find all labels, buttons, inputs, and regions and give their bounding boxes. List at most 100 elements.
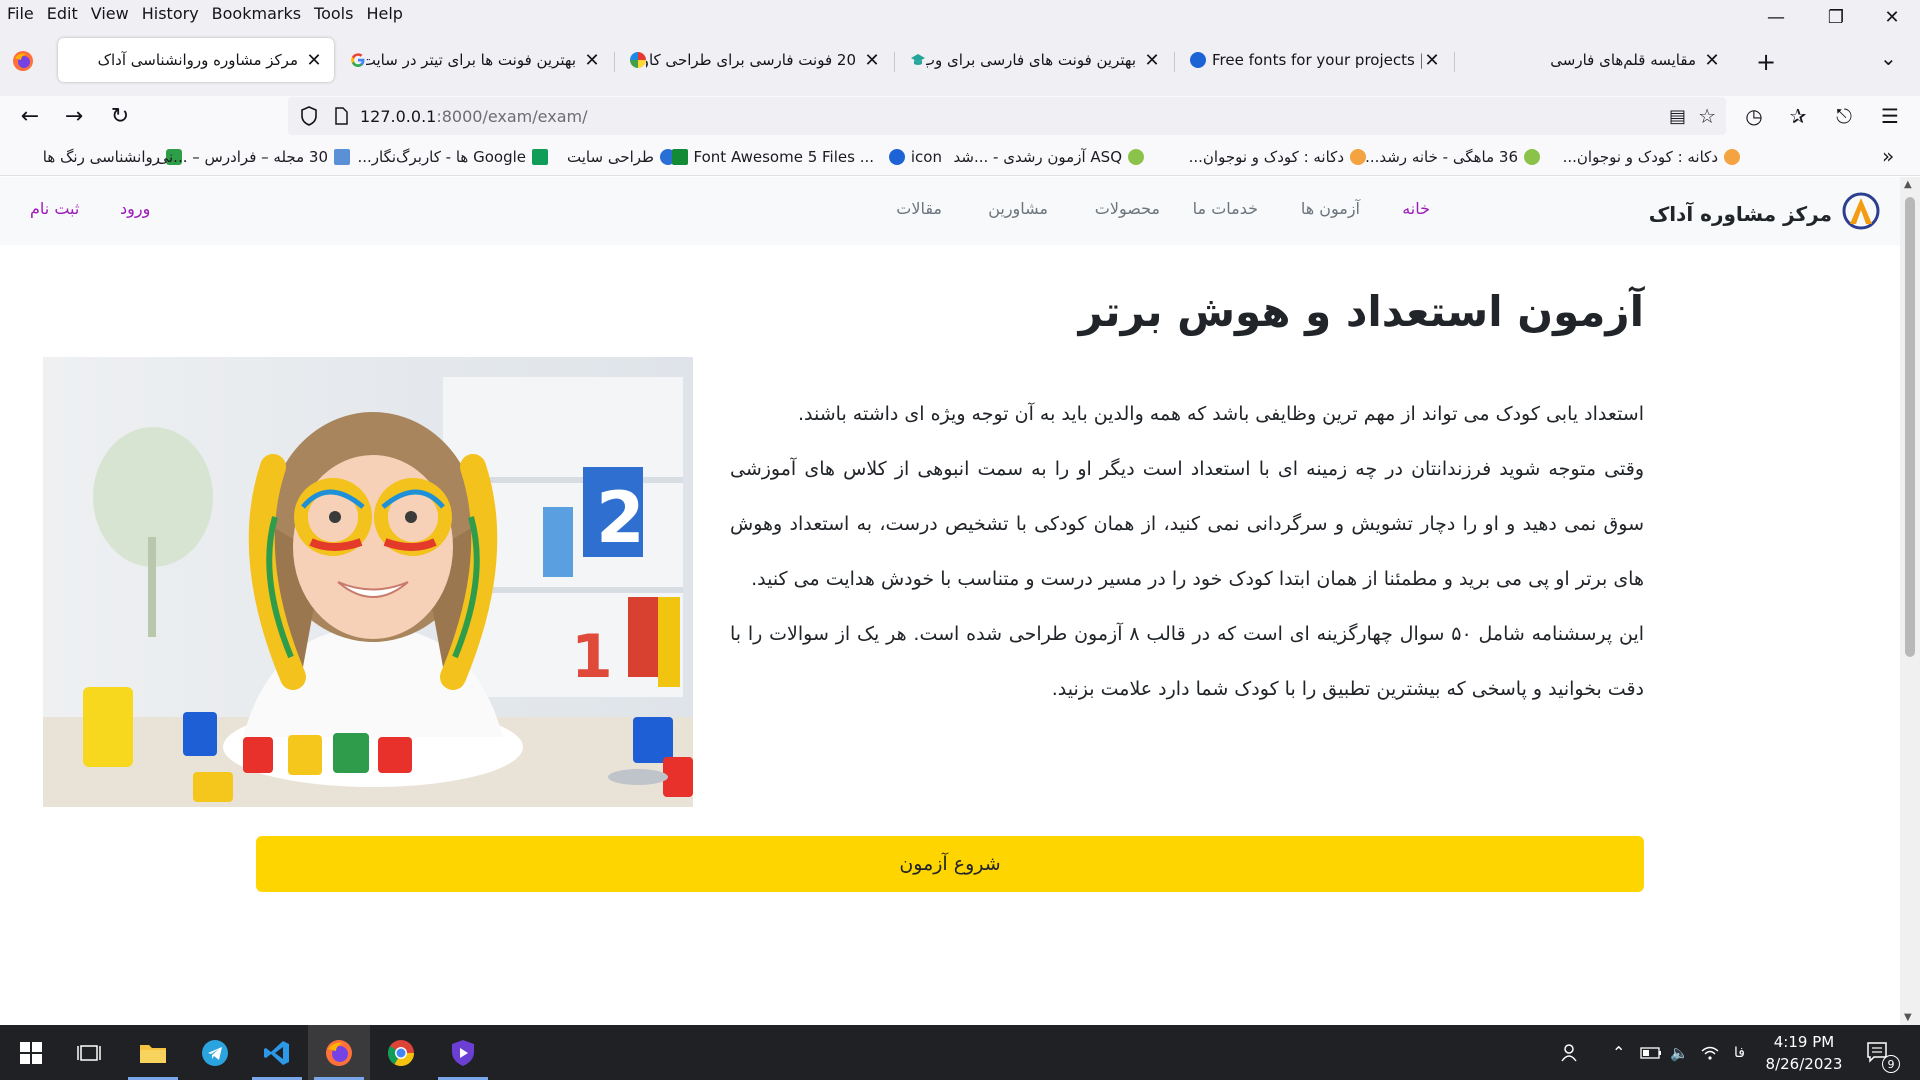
bookmark-label: ASQ آزمون رشدی - ...شد (953, 148, 1122, 166)
bookmark-item[interactable]: 36 ماهگی - خانه رشد... (1365, 146, 1540, 168)
signup-link[interactable]: ثبت نام (30, 199, 79, 218)
bookmarks-star-icon[interactable]: ✰ (1782, 100, 1814, 132)
close-tab-icon[interactable]: ✕ (1142, 50, 1162, 71)
bookmark-item[interactable]: دکانه : کودک و نوجوان... (1189, 146, 1366, 168)
firefox-view-icon[interactable] (12, 50, 34, 72)
nav-counselors[interactable]: مشاورین (988, 199, 1048, 218)
tab-title: مرکز مشاوره وروانشناسی آداک (97, 51, 298, 69)
bookmark-item[interactable]: Google ها - کاربرگ‌نگار... (357, 146, 548, 168)
url-bar[interactable]: 127.0.0.1:8000/exam/exam/ ▤ ☆ (288, 97, 1726, 135)
bookmark-label: 30 مجله – فرادرس – ...نی (156, 148, 329, 166)
start-button[interactable] (0, 1025, 62, 1080)
menu-help[interactable]: Help (359, 4, 408, 23)
file-explorer-icon[interactable] (122, 1025, 184, 1080)
page-scrollbar[interactable]: ▲ ▼ (1900, 177, 1920, 1025)
nav-home[interactable]: خانه (1402, 199, 1430, 218)
close-tab-icon[interactable]: ✕ (1422, 50, 1442, 71)
tab-adak-counseling[interactable]: ✕ مرکز مشاوره وروانشناسی آداک (58, 38, 334, 82)
intro-text: استعداد یابی کودک می تواند از مهم ترین و… (730, 387, 1644, 717)
bookmark-item[interactable]: طراحی سایت (567, 146, 676, 168)
start-exam-button[interactable]: شروع آزمون (256, 836, 1644, 892)
tab-best-fonts-title[interactable]: ✕ بهترین فونت ها برای تیتر در سایت (340, 38, 612, 82)
list-all-tabs-icon[interactable]: ⌄ (1880, 46, 1897, 70)
show-hidden-icons-chevron-icon[interactable]: ⌃ (1612, 1025, 1625, 1080)
page-info-icon[interactable] (332, 107, 350, 125)
notifications-icon[interactable]: 9 (1866, 1025, 1900, 1080)
clock-date: 8/26/2023 (1765, 1055, 1843, 1073)
hamburger-menu-icon[interactable]: ☰ (1874, 100, 1906, 132)
close-tab-icon[interactable]: ✕ (304, 50, 324, 71)
nav-exams[interactable]: آزمون ها (1301, 199, 1360, 218)
tab-persian-fonts-comparison[interactable]: ✕ مقایسه قلم‌های فارسی (1460, 38, 1732, 82)
chrome-icon[interactable] (370, 1025, 432, 1080)
font-awesome-flag-icon (888, 149, 905, 165)
bookmark-label: Font Awesome 5 Files ... (693, 148, 874, 166)
bookmark-label: دکانه : کودک و نوجوان... (1188, 148, 1344, 166)
scrollbar-thumb[interactable] (1905, 197, 1915, 657)
bookmark-label: icon (910, 148, 942, 166)
people-icon[interactable] (1560, 1025, 1580, 1080)
svg-text:1: 1 (571, 622, 613, 692)
back-button[interactable]: ← (14, 100, 46, 132)
battery-icon[interactable] (1640, 1025, 1662, 1080)
close-tab-icon[interactable]: ✕ (582, 50, 602, 71)
history-clock-icon[interactable]: ◷ (1738, 100, 1770, 132)
forward-button[interactable]: → (58, 100, 90, 132)
bookmark-label: روانشناسی رنگ ها (42, 148, 160, 166)
url-path: :8000/exam/exam/ (436, 106, 588, 126)
bookmark-label: 36 ماهگی - خانه رشد... (1365, 148, 1518, 166)
tab-20-persian-fonts[interactable]: ✕ 20 فونت فارسی برای طراحی کاور (620, 38, 892, 82)
wifi-icon[interactable] (1700, 1025, 1720, 1080)
tab-best-persian-web-fonts[interactable]: ✕ بهترین فونت های فارسی برای وب (900, 38, 1172, 82)
bookmark-star-icon[interactable]: ☆ (1698, 104, 1716, 128)
bookmark-item[interactable]: icon (888, 146, 942, 168)
reload-button[interactable]: ↻ (104, 100, 136, 132)
bookmark-item[interactable]: Font Awesome 5 Files ... (671, 146, 874, 168)
close-tab-icon[interactable]: ✕ (862, 50, 882, 71)
scroll-down-arrow-icon[interactable]: ▼ (1904, 1012, 1912, 1023)
menu-edit[interactable]: Edit (40, 4, 84, 23)
brand[interactable]: مرکز مشاوره آداک (1649, 192, 1880, 235)
menu-tools[interactable]: Tools (307, 4, 359, 23)
bookmark-item[interactable]: ASQ آزمون رشدی - ...شد (954, 146, 1144, 168)
reader-view-icon[interactable]: ▤ (1669, 106, 1686, 127)
adak-logo-icon (1842, 192, 1880, 235)
shield-icon[interactable] (298, 106, 320, 126)
task-view-icon[interactable] (58, 1025, 120, 1080)
tab-title: Free fonts for your projects | Fre (1212, 51, 1422, 69)
vscode-icon[interactable] (246, 1025, 308, 1080)
nav-services[interactable]: خدمات ما (1193, 199, 1258, 218)
w-logo-icon (671, 149, 688, 165)
telegram-icon[interactable] (184, 1025, 246, 1080)
tab-strip: ✕ مرکز مشاوره وروانشناسی آداک ✕ بهترین ف… (0, 26, 1920, 96)
flower-icon (1724, 149, 1740, 165)
volume-icon[interactable]: 🔈 (1670, 1025, 1689, 1080)
login-link[interactable]: ورود (120, 199, 150, 218)
vpn-shield-icon[interactable] (432, 1025, 494, 1080)
menu-file[interactable]: File (0, 4, 40, 23)
menu-view[interactable]: View (84, 4, 135, 23)
nav-products[interactable]: محصولات (1095, 199, 1160, 218)
bookmark-item[interactable]: 30 مجله – فرادرس – ...نی (156, 146, 350, 168)
svg-text:2: 2 (596, 477, 645, 559)
menu-history[interactable]: History (135, 4, 205, 23)
tab-separator (1174, 52, 1175, 72)
bookmark-item[interactable]: دکانه : کودک و نوجوان... (1563, 146, 1740, 168)
clock-time: 4:19 PM (1773, 1033, 1835, 1051)
close-tab-icon[interactable]: ✕ (1702, 50, 1722, 71)
site-navbar: مرکز مشاوره آداک خانه آزمون ها خدمات ما … (0, 177, 1900, 245)
extensions-puzzle-icon[interactable]: ⎋ (1828, 100, 1860, 132)
tab-free-fonts[interactable]: Free fonts for your projects | Fre ✕ (1180, 38, 1452, 82)
input-language[interactable]: فا (1734, 1025, 1745, 1080)
font-awesome-flag-icon (1190, 52, 1206, 68)
firefox-taskbar-icon[interactable] (308, 1025, 370, 1080)
system-clock[interactable]: 4:19 PM 8/26/2023 (1756, 1031, 1852, 1075)
new-tab-button[interactable]: + (1756, 48, 1776, 76)
menu-bookmarks[interactable]: Bookmarks (205, 4, 307, 23)
windows-taskbar: ⌃ 🔈 فا 4:19 PM 8/26/2023 9 (0, 1025, 1920, 1080)
scroll-up-arrow-icon[interactable]: ▲ (1904, 179, 1912, 190)
url-host: 127.0.0.1 (360, 106, 437, 126)
brand-name: مرکز مشاوره آداک (1648, 201, 1832, 226)
nav-articles[interactable]: مقالات (896, 199, 942, 218)
more-bookmarks-chevron-icon[interactable]: » (1882, 144, 1894, 168)
